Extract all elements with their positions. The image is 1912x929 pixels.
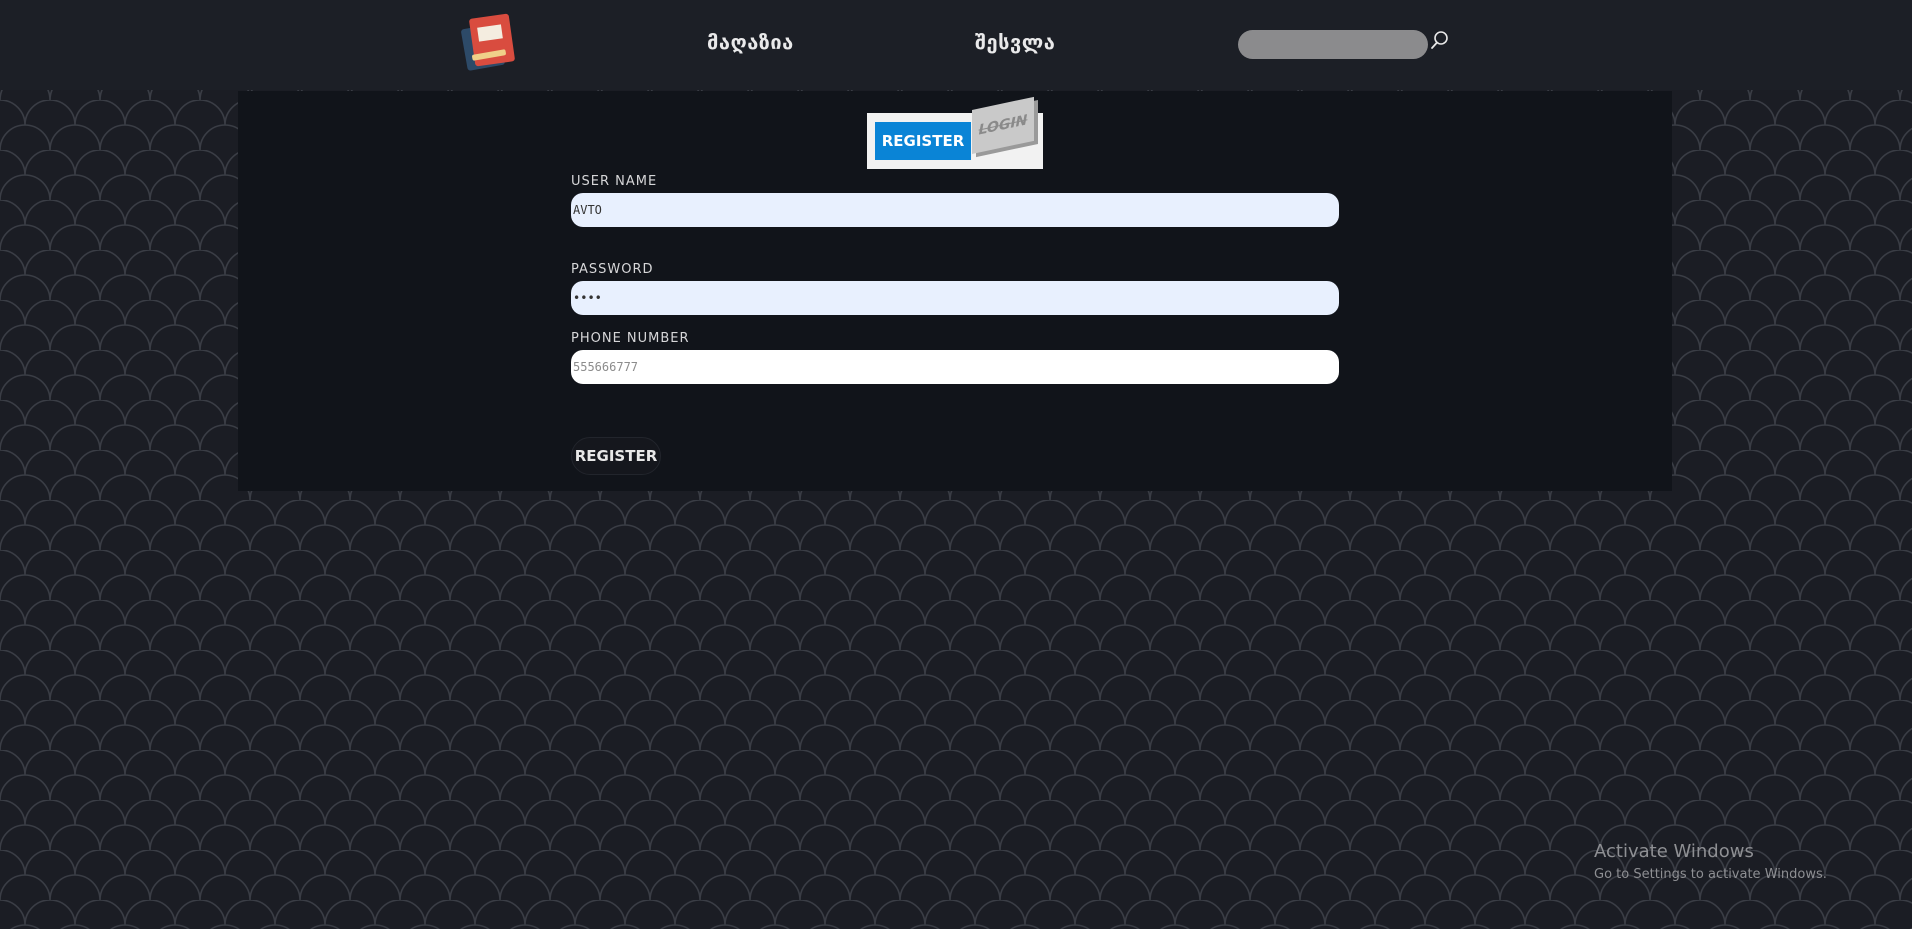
username-input[interactable] — [571, 193, 1339, 227]
phone-label: PHONE NUMBER — [571, 331, 690, 346]
book-logo-icon[interactable] — [458, 12, 520, 72]
password-label: PASSWORD — [571, 262, 654, 277]
register-submit-button[interactable]: REGISTER — [571, 437, 661, 475]
phone-input[interactable] — [571, 350, 1339, 384]
top-navigation-bar: მაღაზია შესვლა — [0, 0, 1912, 90]
password-input[interactable] — [571, 281, 1339, 315]
nav-link-shop[interactable]: მაღაზია — [707, 30, 794, 54]
nav-link-login[interactable]: შესვლა — [975, 30, 1055, 54]
search-icon[interactable] — [1430, 30, 1450, 50]
username-label: USER NAME — [571, 174, 658, 189]
windows-activation-title: Activate Windows — [1594, 841, 1754, 862]
register-tab[interactable]: REGISTER — [875, 122, 971, 160]
windows-activation-subtitle: Go to Settings to activate Windows. — [1594, 867, 1827, 882]
search-input[interactable] — [1238, 30, 1428, 59]
